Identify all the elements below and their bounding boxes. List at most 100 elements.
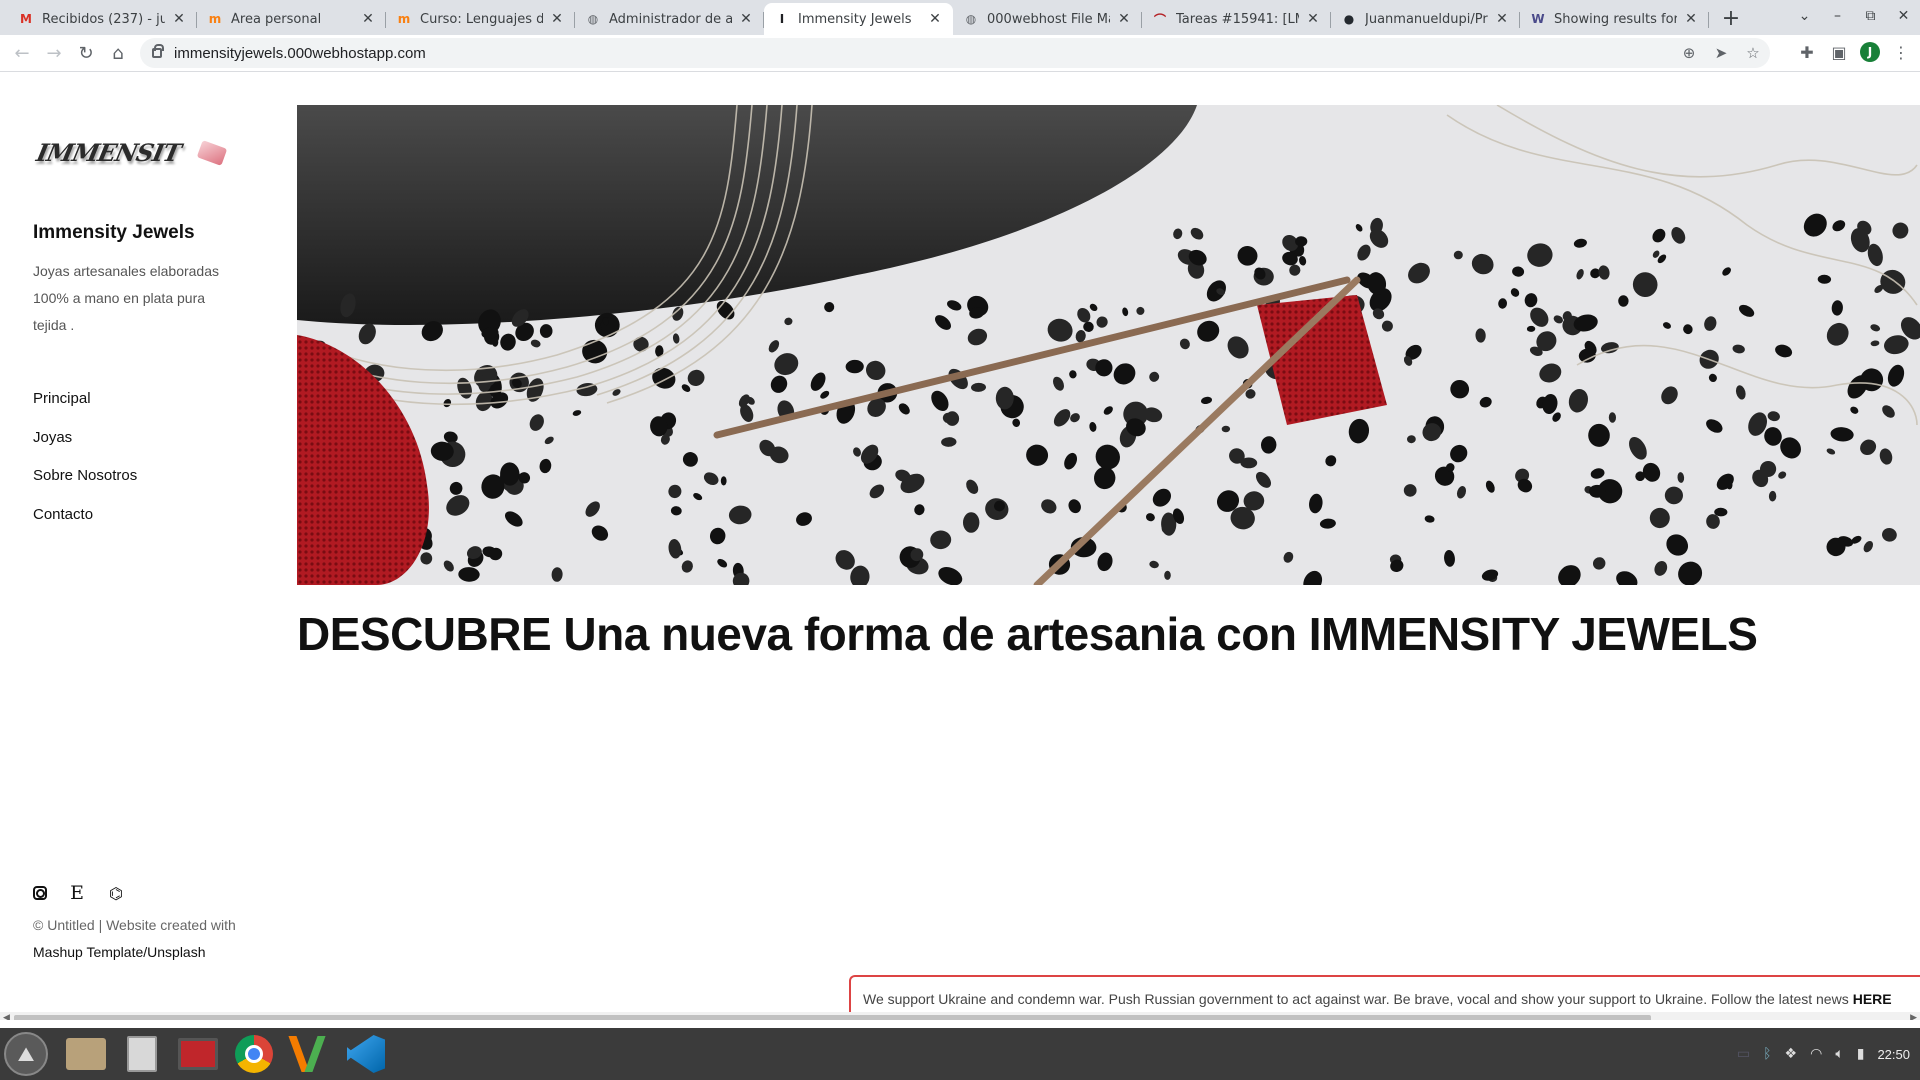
tab-close-icon[interactable]: ✕ [1116,11,1132,27]
network-indicator-icon[interactable]: ▭ [1737,1046,1750,1062]
moodle-icon: m [397,12,411,26]
unsplash-link[interactable]: Unsplash [147,944,205,960]
vscode-icon[interactable] [342,1031,390,1077]
banner-link[interactable]: HERE [1853,991,1892,1007]
github-icon[interactable]: ⌬ [107,884,125,903]
tab-strip: M Recibidos (237) - ju ✕ m Área personal ✕ m Cu… [0,0,1920,35]
file-manager-icon[interactable] [62,1031,110,1077]
tab-close-icon[interactable]: ✕ [1305,11,1321,27]
w3schools-icon: W [1531,12,1545,26]
profile-avatar[interactable]: J [1860,42,1880,62]
footer-links: Mashup Template/Unsplash [33,944,206,960]
tab-title: Tareas #15941: [LM [1176,11,1299,27]
tab-close-icon[interactable]: ✕ [927,11,943,27]
send-icon[interactable]: ➤ [1710,43,1732,63]
battery-icon[interactable]: ▮ [1857,1046,1865,1062]
scroll-left-icon[interactable]: ◀ [3,1013,10,1020]
horizontal-scrollbar[interactable]: ◀ ▶ [0,1012,1920,1020]
tab-title: Recibidos (237) - ju [42,11,165,27]
chrome-icon[interactable] [230,1031,278,1077]
browser-tab[interactable]: ◍ 000webhost File Mar ✕ [953,3,1142,35]
forward-button[interactable]: → [38,39,70,67]
logo-text: IMMENSIT [33,138,184,167]
globe-icon: ◍ [587,12,599,26]
web-page: IMMENSIT Immensity Jewels Joyas artesana… [0,72,1920,1020]
reload-button[interactable]: ↻ [70,39,102,67]
close-window-icon[interactable]: ✕ [1887,8,1920,24]
page-headline: DESCUBRE Una nueva forma de artesania co… [297,608,1758,660]
moodle-icon: m [208,12,222,26]
side-panel-icon[interactable]: ▣ [1828,40,1850,64]
os-taskbar: ⛰ ▭ ᛒ ❖ ◠ 🔈︎ ▮ 22:50 [0,1028,1920,1080]
mashup-template-link[interactable]: Mashup Template [33,944,143,960]
volume-icon[interactable]: 🔈︎ [1835,1046,1843,1062]
lock-icon[interactable] [152,44,164,58]
browser-tab[interactable]: ◍ Administrador de arc ✕ [575,3,764,35]
scroll-right-icon[interactable]: ▶ [1910,1013,1917,1020]
back-button[interactable]: ← [6,39,38,67]
instagram-icon[interactable] [33,886,47,900]
logo-gem-icon [196,140,228,166]
tab-title: Curso: Lenguajes de [420,11,543,27]
extensions-icon[interactable]: ✚ [1796,40,1818,64]
hero-illustration [297,105,1920,585]
menu-kebab-icon[interactable]: ⋮ [1890,40,1912,64]
tab-close-icon[interactable]: ✕ [171,11,187,27]
social-links: E ⌬ [33,882,125,904]
dropbox-icon[interactable]: ❖ [1785,1046,1798,1062]
bluetooth-icon[interactable]: ᛒ [1763,1046,1771,1062]
scrollbar-thumb[interactable] [14,1015,1651,1020]
tab-close-icon[interactable]: ✕ [360,11,376,27]
files-icon[interactable] [118,1031,166,1077]
xampp-icon[interactable] [286,1031,334,1077]
browser-tab[interactable]: I Immensity Jewels ✕ [764,3,953,35]
clock[interactable]: 22:50 [1877,1047,1910,1062]
nav-item-sobre-nosotros[interactable]: Sobre Nosotros [33,467,137,506]
start-logo-icon: ⛰ [4,1032,48,1076]
browser-toolbar: ← → ↻ ⌂ immensityjewels.000webhostapp.co… [0,35,1920,72]
tab-close-icon[interactable]: ✕ [738,11,754,27]
address-bar[interactable]: immensityjewels.000webhostapp.com ⊕ ➤ ☆ [140,38,1770,68]
zoom-icon[interactable]: ⊕ [1678,43,1700,63]
banner-text: We support Ukraine and condemn war. Push… [863,990,1849,1007]
site-title[interactable]: Immensity Jewels [33,222,195,244]
gmail-icon: M [20,12,32,26]
tab-title: 000webhost File Mar [987,11,1110,27]
tab-title: Showing results for [1554,11,1677,27]
tab-title: Juanmanueldupi/Pro [1365,11,1488,27]
etsy-icon[interactable]: E [68,882,86,904]
new-tab-button[interactable]: + [1717,4,1745,32]
browser-tab[interactable]: ● Juanmanueldupi/Pro ✕ [1331,3,1520,35]
pebble [1588,484,1606,498]
start-menu-button[interactable]: ⛰ [2,1031,50,1077]
redmine-icon: ⌒ [1153,12,1166,27]
tab-close-icon[interactable]: ✕ [1683,11,1699,27]
bookmark-star-icon[interactable]: ☆ [1742,43,1764,63]
nav-item-contacto[interactable]: Contacto [33,506,137,545]
wifi-icon[interactable]: ◠ [1810,1046,1822,1062]
nav-item-principal[interactable]: Principal [33,390,137,429]
home-button[interactable]: ⌂ [102,39,134,67]
browser-tab[interactable]: M Recibidos (237) - ju ✕ [8,3,197,35]
sidebar: IMMENSIT Immensity Jewels Joyas artesana… [33,72,263,1020]
tab-close-icon[interactable]: ✕ [549,11,565,27]
browser-tab[interactable]: m Curso: Lenguajes de ✕ [386,3,575,35]
url-text[interactable]: immensityjewels.000webhostapp.com [174,45,426,62]
site-logo[interactable]: IMMENSIT [33,134,233,178]
nav-item-joyas[interactable]: Joyas [33,429,137,468]
browser-tab[interactable]: m Área personal ✕ [197,3,386,35]
site-nav: Principal Joyas Sobre Nosotros Contacto [33,390,137,544]
pebble [720,476,727,486]
browser-tab[interactable]: W Showing results for ✕ [1520,3,1709,35]
window-controls: ⌄ – ⧉ ✕ [1788,0,1920,32]
tab-close-icon[interactable]: ✕ [1494,11,1510,27]
restore-icon[interactable]: ⧉ [1854,8,1887,24]
tab-search-icon[interactable]: ⌄ [1788,8,1821,24]
browser-tab[interactable]: ⌒ Tareas #15941: [LM ✕ [1142,3,1331,35]
terminal-icon[interactable] [174,1031,222,1077]
tab-title: Immensity Jewels [798,11,912,27]
system-tray: ▭ ᛒ ❖ ◠ 🔈︎ ▮ 22:50 [1737,1028,1910,1080]
footer-credit: © Untitled | Website created with [33,917,236,933]
minimize-icon[interactable]: – [1821,8,1854,24]
tab-title: Área personal [231,11,322,27]
